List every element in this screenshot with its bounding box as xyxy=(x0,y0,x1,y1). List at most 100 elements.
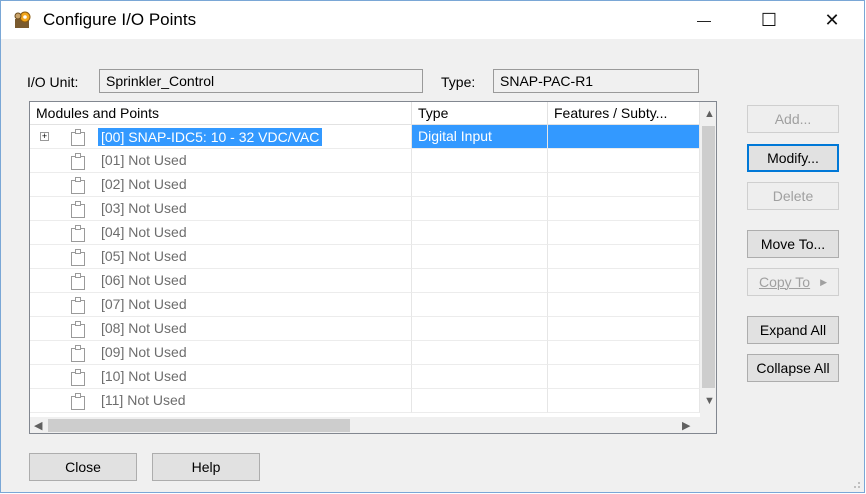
modules-points-list[interactable]: Modules and Points Type Features / Subty… xyxy=(29,101,717,434)
module-name: [03] Not Used xyxy=(101,200,187,216)
module-name-cell: [05] Not Used xyxy=(30,245,412,269)
table-row[interactable]: [03] Not Used xyxy=(30,197,700,221)
module-icon xyxy=(68,319,88,339)
features-cell xyxy=(548,293,700,317)
resize-grip-icon[interactable] xyxy=(851,479,861,489)
expand-all-button[interactable]: Expand All xyxy=(747,316,839,344)
collapse-all-button[interactable]: Collapse All xyxy=(747,354,839,382)
features-cell xyxy=(548,245,700,269)
module-name: [11] Not Used xyxy=(101,392,186,408)
type-cell xyxy=(412,173,548,197)
column-header-modules[interactable]: Modules and Points xyxy=(30,102,412,125)
features-cell xyxy=(548,125,700,149)
module-name-cell: [11] Not Used xyxy=(30,389,412,413)
type-cell xyxy=(412,341,548,365)
column-header-features[interactable]: Features / Subty... xyxy=(548,102,700,125)
features-cell xyxy=(548,197,700,221)
type-cell xyxy=(412,293,548,317)
table-row[interactable]: [09] Not Used xyxy=(30,341,700,365)
module-icon xyxy=(68,247,88,267)
module-icon xyxy=(68,175,88,195)
module-name: [06] Not Used xyxy=(101,272,187,288)
type-field: SNAP-PAC-R1 xyxy=(493,69,699,93)
type-cell xyxy=(412,365,548,389)
vertical-scrollbar[interactable]: ▲ ▼ xyxy=(700,102,716,417)
type-cell xyxy=(412,245,548,269)
module-name-cell: + [00] SNAP-IDC5: 10 - 32 VDC/VAC xyxy=(30,125,412,149)
modify-button[interactable]: Modify... xyxy=(747,144,839,172)
module-name: [02] Not Used xyxy=(101,176,187,192)
close-window-button[interactable]: ✕ xyxy=(809,1,855,39)
close-icon: ✕ xyxy=(824,9,840,30)
table-row[interactable]: [05] Not Used xyxy=(30,245,700,269)
type-cell xyxy=(412,197,548,221)
type-cell: Digital Input xyxy=(412,125,548,149)
table-row[interactable]: [04] Not Used xyxy=(30,221,700,245)
module-name-cell: [08] Not Used xyxy=(30,317,412,341)
copy-to-label: Copy To xyxy=(758,274,811,290)
type-cell xyxy=(412,389,548,413)
configure-io-points-dialog: Configure I/O Points — ☐ ✕ I/O Unit: Spr… xyxy=(0,0,865,493)
type-cell xyxy=(412,269,548,293)
module-name-cell: [02] Not Used xyxy=(30,173,412,197)
title-bar: Configure I/O Points — ☐ ✕ xyxy=(1,1,864,39)
type-cell xyxy=(412,149,548,173)
table-row[interactable]: [06] Not Used xyxy=(30,269,700,293)
vertical-scroll-thumb[interactable] xyxy=(702,126,715,388)
module-name: [00] SNAP-IDC5: 10 - 32 VDC/VAC xyxy=(98,128,323,146)
module-name-cell: [07] Not Used xyxy=(30,293,412,317)
add-button[interactable]: Add... xyxy=(747,105,839,133)
module-name-cell: [10] Not Used xyxy=(30,365,412,389)
module-name: [07] Not Used xyxy=(101,296,187,312)
maximize-button[interactable]: ☐ xyxy=(746,1,792,39)
scrollbar-corner xyxy=(700,417,716,433)
scroll-right-icon[interactable]: ▶ xyxy=(682,419,690,432)
features-cell xyxy=(548,389,700,413)
table-row[interactable]: [01] Not Used xyxy=(30,149,700,173)
module-name-cell: [01] Not Used xyxy=(30,149,412,173)
expand-plus-icon[interactable]: + xyxy=(40,132,49,141)
copy-to-button[interactable]: Copy To ▶ xyxy=(747,268,839,296)
module-name: [09] Not Used xyxy=(101,344,187,360)
module-icon xyxy=(68,343,88,363)
table-row[interactable]: [08] Not Used xyxy=(30,317,700,341)
close-button[interactable]: Close xyxy=(29,453,137,481)
module-icon xyxy=(68,367,88,387)
table-row[interactable]: [07] Not Used xyxy=(30,293,700,317)
module-icon xyxy=(68,295,88,315)
features-cell xyxy=(548,269,700,293)
column-header-type[interactable]: Type xyxy=(412,102,548,125)
help-button[interactable]: Help xyxy=(152,453,260,481)
minimize-button[interactable]: — xyxy=(681,1,727,39)
table-row[interactable]: [10] Not Used xyxy=(30,365,700,389)
features-cell xyxy=(548,221,700,245)
features-cell xyxy=(548,149,700,173)
type-label: Type: xyxy=(441,74,476,90)
module-name-cell: [06] Not Used xyxy=(30,269,412,293)
table-row[interactable]: + [00] SNAP-IDC5: 10 - 32 VDC/VAC Digital … xyxy=(30,125,700,149)
table-row[interactable]: [11] Not Used xyxy=(30,389,700,413)
module-icon xyxy=(68,391,88,411)
io-unit-label: I/O Unit: xyxy=(27,74,79,90)
move-to-button[interactable]: Move To... xyxy=(747,230,839,258)
submenu-arrow-icon: ▶ xyxy=(820,276,828,287)
module-name: [04] Not Used xyxy=(101,224,187,240)
features-cell xyxy=(548,173,700,197)
io-unit-field: Sprinkler_Control xyxy=(99,69,423,93)
module-icon xyxy=(68,127,88,147)
module-name: [10] Not Used xyxy=(101,368,187,384)
module-icon xyxy=(68,151,88,171)
table-row[interactable]: [02] Not Used xyxy=(30,173,700,197)
scroll-left-icon[interactable]: ◀ xyxy=(34,419,42,432)
module-icon xyxy=(68,271,88,291)
module-icon xyxy=(68,199,88,219)
app-gear-icon xyxy=(14,11,31,28)
type-cell xyxy=(412,317,548,341)
delete-button[interactable]: Delete xyxy=(747,182,839,210)
window-title: Configure I/O Points xyxy=(43,10,197,29)
scroll-down-icon[interactable]: ▼ xyxy=(704,395,715,407)
horizontal-scroll-thumb[interactable] xyxy=(48,419,350,432)
maximize-icon: ☐ xyxy=(760,9,778,30)
scroll-up-icon[interactable]: ▲ xyxy=(704,108,715,120)
horizontal-scrollbar[interactable]: ◀ ▶ xyxy=(30,417,700,433)
